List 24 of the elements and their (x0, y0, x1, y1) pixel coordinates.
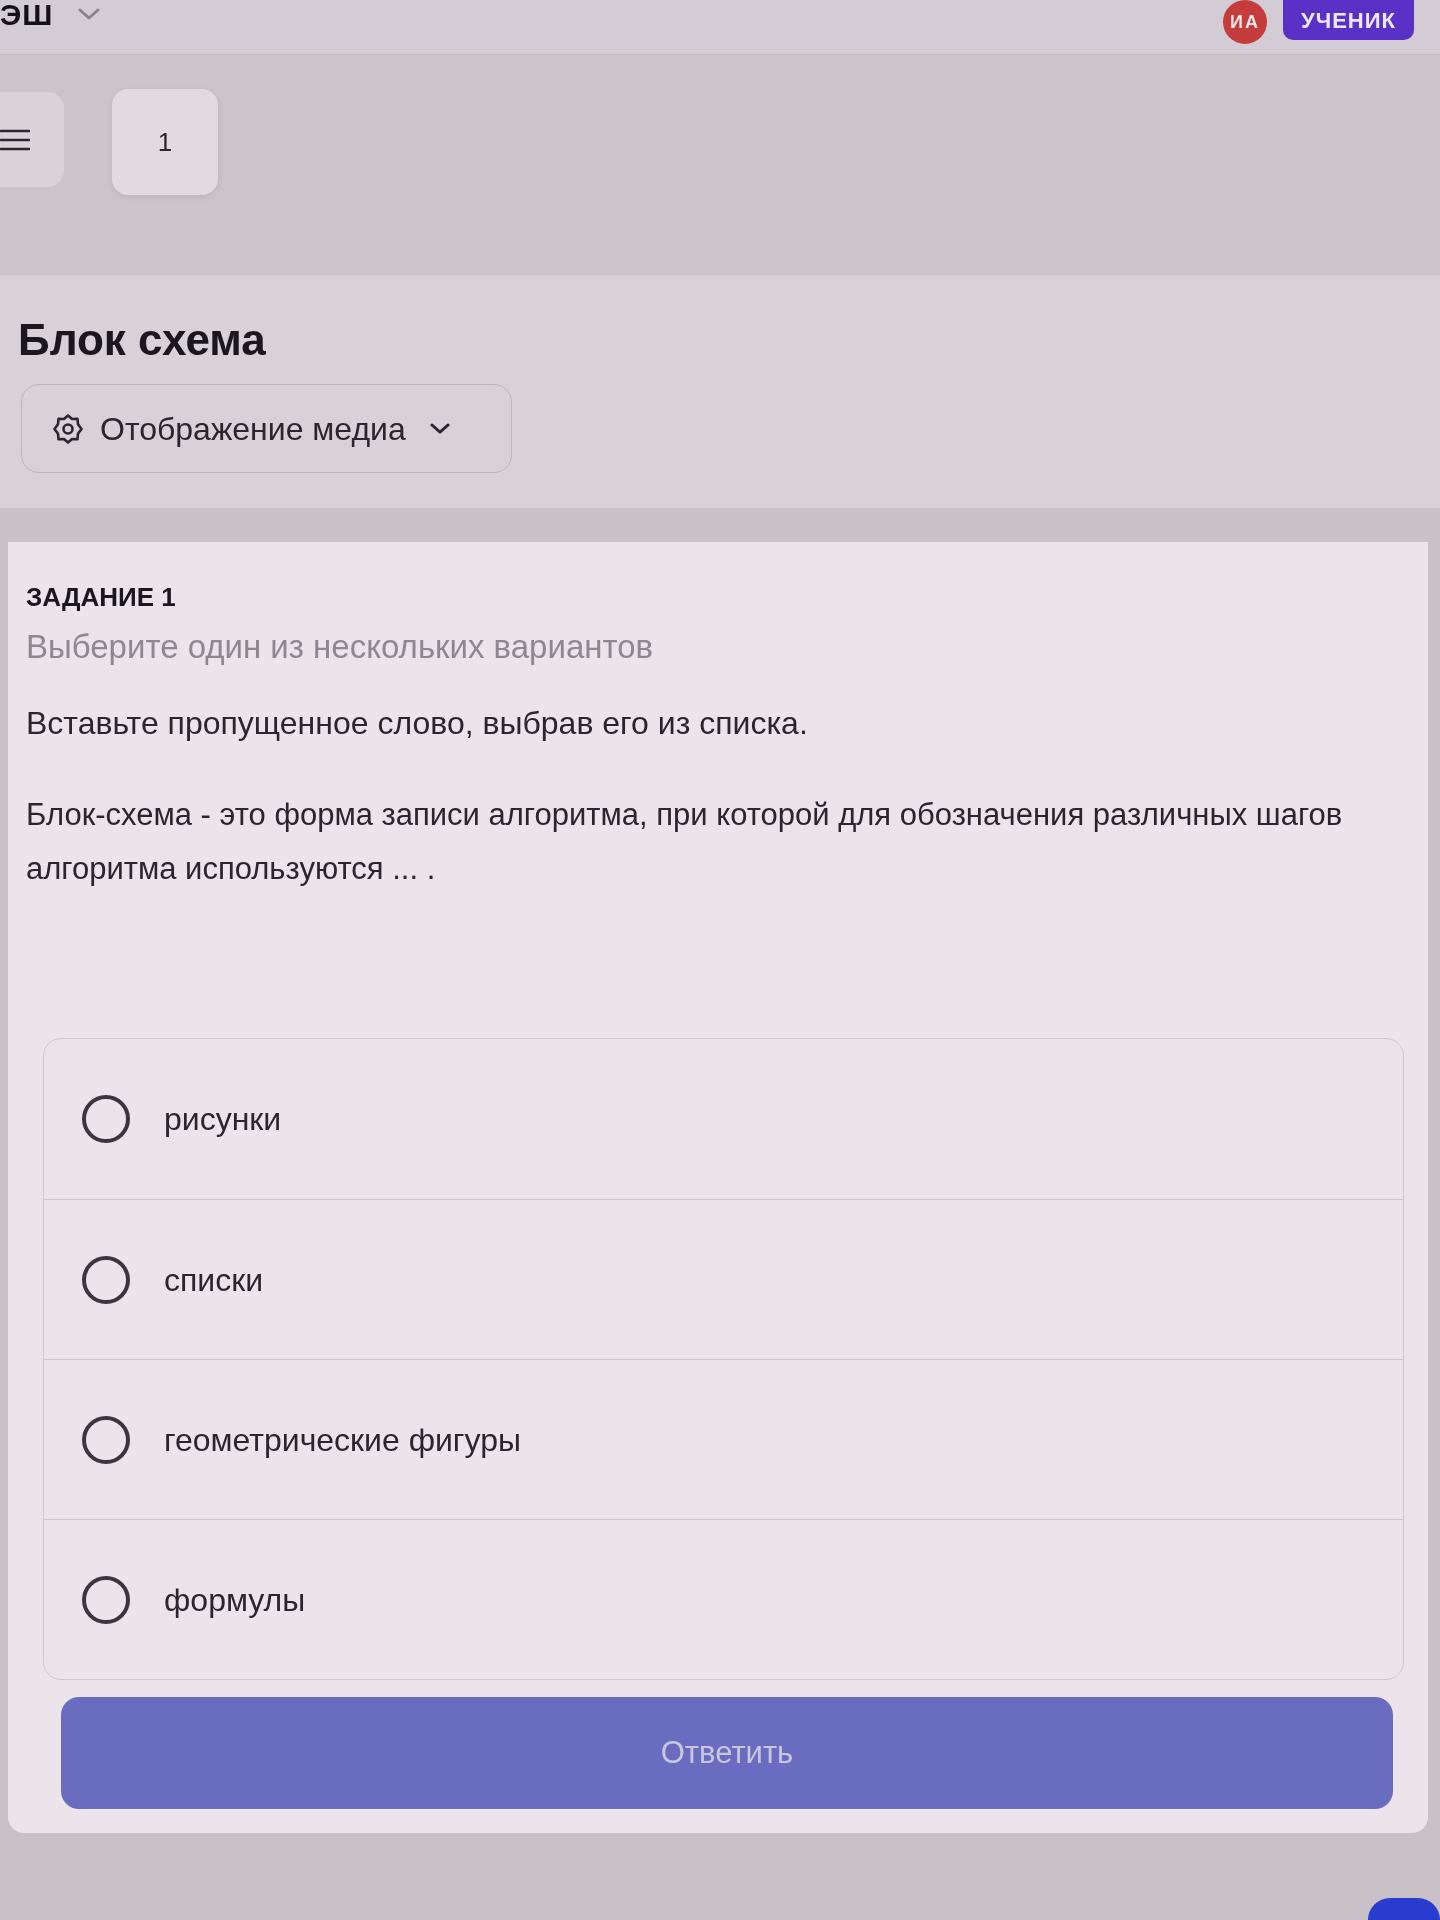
lesson-title: Блок схема (18, 314, 267, 366)
media-display-dropdown[interactable]: Отображение медиа (21, 384, 512, 473)
radio-button[interactable] (82, 1415, 130, 1464)
logo[interactable]: ЭШ (0, 0, 54, 30)
menu-icon (0, 128, 30, 151)
task-hint: Выберите один из нескольких вариантов (26, 628, 655, 666)
option-label[interactable]: формулы (164, 1575, 306, 1624)
floating-button[interactable] (1368, 1898, 1440, 1920)
chevron-icon (77, 8, 100, 20)
radio-button[interactable] (82, 1095, 130, 1143)
option-label[interactable]: геометрические фигуры (164, 1415, 521, 1464)
radio-button[interactable] (82, 1255, 130, 1304)
task-instruction: Вставьте пропущенное слово, выбрав его из списка. (26, 704, 809, 742)
radio-button[interactable] (82, 1575, 130, 1624)
menu-button[interactable] (0, 92, 64, 187)
chevron-icon (429, 423, 450, 434)
gear-icon (52, 412, 84, 445)
question-text: Блок-схема - это форма записи алгоритма, при которой для обозначения различных шагов алгоритма используются ... . (26, 796, 1344, 888)
task-number-tab[interactable]: 1 (112, 89, 218, 195)
option-label[interactable]: рисунки (164, 1095, 282, 1143)
option-label[interactable]: списки (164, 1255, 264, 1304)
user-avatar[interactable]: ИА (1223, 0, 1268, 44)
role-badge: УЧЕНИК (1283, 0, 1414, 40)
task-label: ЗАДАНИЕ 1 (26, 582, 177, 613)
